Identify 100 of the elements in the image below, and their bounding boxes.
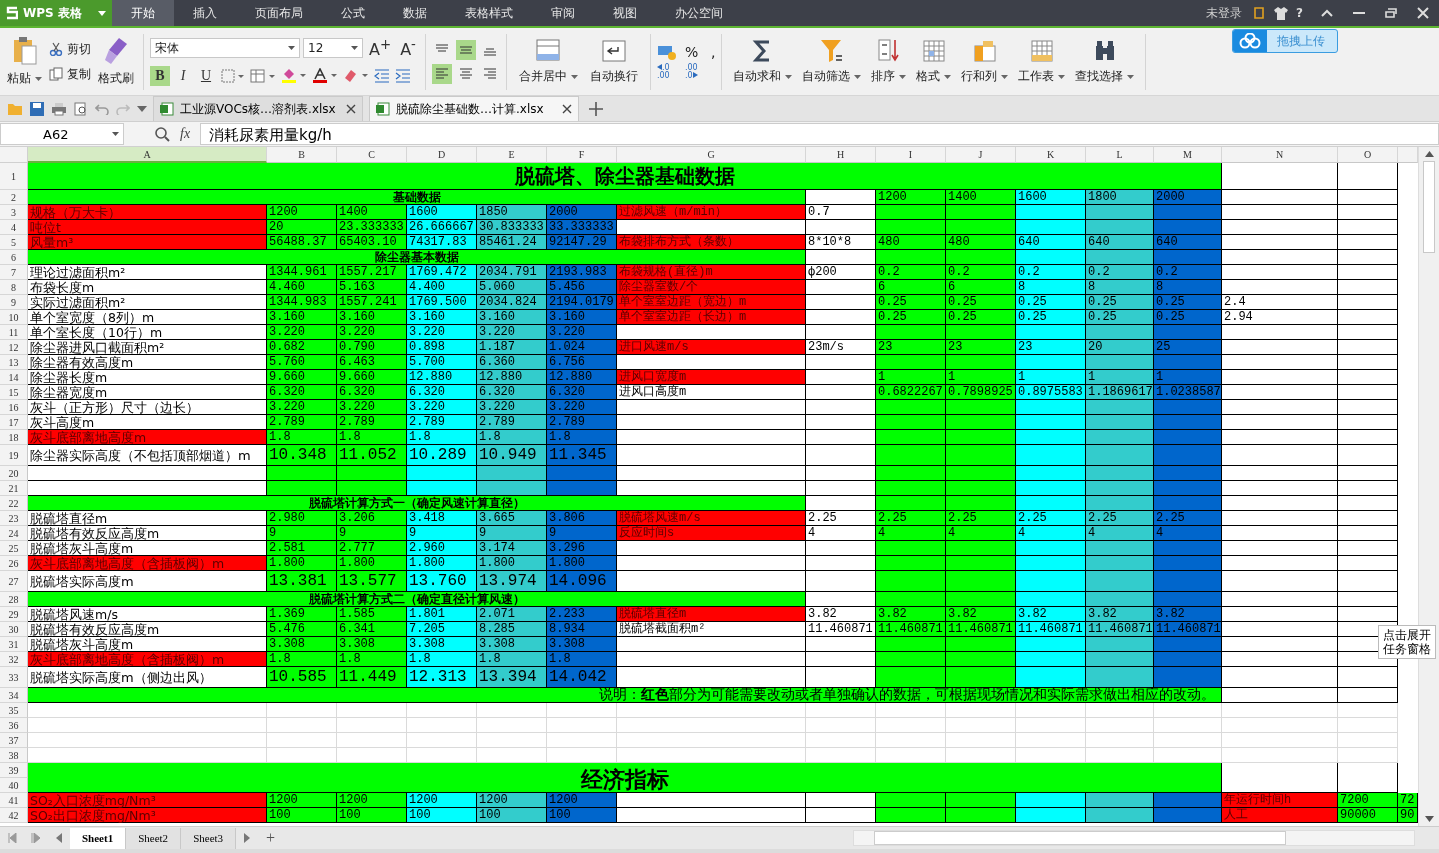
underline-button[interactable]: U [196, 65, 216, 86]
row-header[interactable]: 25 [0, 541, 28, 556]
row-header[interactable]: 6 [0, 250, 28, 265]
login-status[interactable]: 未登录 [1206, 4, 1243, 22]
row-header[interactable]: 3 [0, 205, 28, 220]
row-header[interactable]: 36 [0, 718, 28, 733]
column-header[interactable]: E [477, 147, 547, 163]
row-header[interactable]: 41 [0, 793, 28, 808]
function-button[interactable]: fx [180, 126, 191, 142]
row-header[interactable]: 12 [0, 340, 28, 355]
row-header[interactable]: 10 [0, 310, 28, 325]
row-header[interactable]: 34 [0, 688, 28, 703]
row-header[interactable]: 27 [0, 571, 28, 592]
sheet-tab[interactable]: Sheet1 [70, 827, 127, 849]
column-header[interactable]: D [407, 147, 477, 163]
row-header[interactable]: 16 [0, 400, 28, 415]
row-header[interactable]: 5 [0, 235, 28, 250]
row-header[interactable]: 32 [0, 652, 28, 667]
row-header[interactable]: 4 [0, 220, 28, 235]
sheet-tab[interactable]: Sheet3 [181, 827, 237, 849]
help-button[interactable]: ? [1296, 6, 1303, 20]
column-header[interactable]: A [28, 147, 267, 163]
row-header[interactable]: 1 [0, 163, 28, 190]
document-tab[interactable]: 工业源VOCs核…溶剂表.xlsx [153, 96, 363, 121]
sum-button[interactable]: 自动求和 [728, 36, 798, 87]
format-button[interactable]: 格式 [911, 36, 957, 87]
row-header[interactable]: 7 [0, 265, 28, 280]
shrink-font-button[interactable]: A$^{-}$ [397, 37, 419, 60]
column-header[interactable]: M [1154, 147, 1222, 163]
row-header[interactable]: 17 [0, 415, 28, 430]
merge-center-button[interactable]: 合并居中 [512, 36, 584, 87]
format-painter-button[interactable]: 格式刷 [95, 34, 137, 89]
column-header[interactable]: G [617, 147, 806, 163]
sort-button[interactable]: 排序 [866, 36, 912, 87]
column-header[interactable]: H [806, 147, 876, 163]
row-header[interactable]: 20 [0, 466, 28, 481]
menu-tab[interactable]: 插入 [174, 0, 236, 26]
row-header[interactable]: 28 [0, 592, 28, 607]
rows-button[interactable]: 行和列 [956, 36, 1014, 87]
document-tab[interactable]: 脱硫除尘基础数…计算.xlsx [369, 96, 579, 121]
row-header[interactable]: 2 [0, 190, 28, 205]
name-box[interactable]: A62 [0, 123, 124, 145]
menu-tab[interactable]: 办公空间 [656, 0, 742, 26]
sheet-button[interactable]: 工作表 [1013, 36, 1071, 87]
column-header[interactable]: F [547, 147, 617, 163]
row-header[interactable]: 37 [0, 733, 28, 748]
decrease-decimal-button[interactable]: .00 .0 [684, 63, 703, 80]
row-header[interactable]: 23 [0, 511, 28, 526]
cut-button[interactable]: 剪切 [49, 40, 91, 58]
sheet-tab[interactable]: Sheet2 [126, 827, 182, 849]
row-header[interactable]: 9 [0, 295, 28, 310]
row-header[interactable]: 19 [0, 445, 28, 466]
row-header[interactable]: 15 [0, 385, 28, 400]
grow-font-button[interactable]: A$^{+}$ [366, 37, 395, 60]
row-header[interactable]: 21 [0, 481, 28, 496]
paste-button[interactable]: 粘贴 [4, 34, 45, 89]
menu-tab[interactable]: 表格样式 [446, 0, 532, 26]
menu-tab[interactable]: 页面布局 [236, 0, 322, 26]
font-name-field[interactable]: 宋体 [150, 38, 300, 59]
row-header[interactable]: 38 [0, 748, 28, 763]
bold-button[interactable]: B [150, 65, 170, 86]
comma-button[interactable]: , [710, 43, 716, 60]
row-header[interactable]: 11 [0, 325, 28, 340]
row-header[interactable]: 39 [0, 763, 28, 778]
row-header[interactable]: 8 [0, 280, 28, 295]
row-header[interactable]: 42 [0, 808, 28, 823]
row-header[interactable]: 24 [0, 526, 28, 541]
menu-tab[interactable]: 数据 [384, 0, 446, 26]
row-header[interactable]: 33 [0, 667, 28, 688]
row-header[interactable]: 18 [0, 430, 28, 445]
filter-button[interactable]: 自动筛选 [797, 36, 867, 87]
italic-button[interactable]: I [173, 65, 193, 86]
row-header[interactable]: 22 [0, 496, 28, 511]
column-header[interactable]: L [1086, 147, 1154, 163]
copy-button[interactable]: 复制 [49, 65, 91, 83]
column-header[interactable]: B [267, 147, 337, 163]
row-header[interactable]: 14 [0, 370, 28, 385]
percent-button[interactable]: % [684, 43, 703, 60]
row-header[interactable]: 29 [0, 607, 28, 622]
task-pane-tooltip[interactable]: 点击展开任务窗格 [1378, 625, 1436, 659]
column-header[interactable]: I [876, 147, 946, 163]
row-header[interactable]: 31 [0, 637, 28, 652]
formula-field[interactable]: 消耗尿素用量kg/h [200, 123, 1439, 145]
app-menu-button[interactable]: WPS 表格 [0, 0, 112, 26]
column-header[interactable]: C [337, 147, 407, 163]
row-header[interactable]: 35 [0, 703, 28, 718]
row-header[interactable]: 13 [0, 355, 28, 370]
increase-decimal-button[interactable]: .0 .00 [656, 63, 675, 80]
menu-tab[interactable]: 开始 [112, 0, 174, 26]
menu-tab[interactable]: 视图 [594, 0, 656, 26]
add-sheet-button[interactable]: + [266, 829, 276, 847]
menu-tab[interactable]: 审阅 [532, 0, 594, 26]
menu-tab[interactable]: 公式 [322, 0, 384, 26]
column-header[interactable]: K [1016, 147, 1086, 163]
column-header[interactable]: O [1338, 147, 1398, 163]
column-header[interactable]: N [1222, 147, 1338, 163]
row-header[interactable]: 26 [0, 556, 28, 571]
row-header[interactable]: 30 [0, 622, 28, 637]
font-size-field[interactable]: 12 [303, 38, 363, 59]
column-header[interactable]: J [946, 147, 1016, 163]
